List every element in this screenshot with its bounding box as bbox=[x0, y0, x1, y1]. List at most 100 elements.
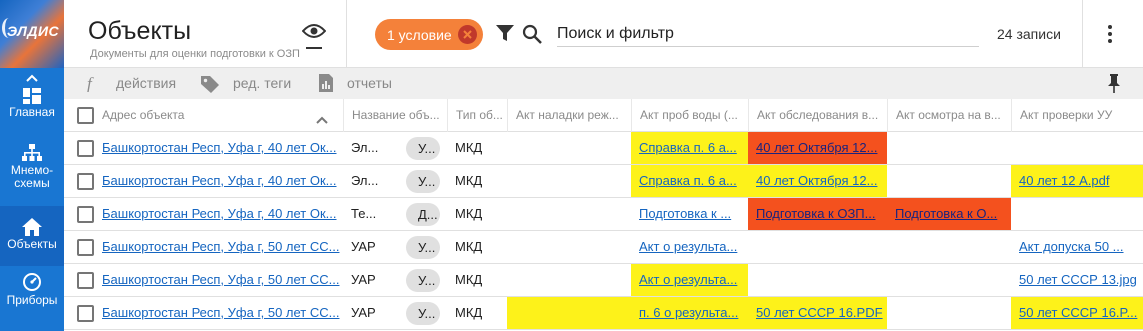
cell-c6 bbox=[748, 264, 887, 296]
search-icon[interactable] bbox=[522, 24, 542, 49]
cell-address[interactable]: Башкортостан Респ, Уфа г, 40 лет Ок... bbox=[94, 198, 343, 230]
tag-icon[interactable] bbox=[200, 74, 220, 99]
report-icon[interactable] bbox=[318, 74, 334, 97]
home-icon bbox=[22, 218, 42, 236]
cell-c8[interactable]: Акт допуска 50 ... bbox=[1011, 231, 1143, 263]
row-checkbox[interactable] bbox=[77, 239, 94, 256]
cell-c8 bbox=[1011, 198, 1143, 230]
table-row[interactable]: Башкортостан Респ, Уфа г, 50 лет СС... УА… bbox=[64, 264, 1143, 297]
rail-item-label-line2: схемы bbox=[14, 176, 50, 190]
cell-c7 bbox=[887, 231, 1011, 263]
cell-c5[interactable]: Акт о результа... bbox=[631, 264, 748, 296]
status-pill[interactable]: У... bbox=[406, 236, 440, 259]
logo-text: ЭЛДИС bbox=[7, 23, 60, 39]
rail-item-label: Главная bbox=[9, 105, 55, 119]
column-header-name[interactable]: Название объ... bbox=[343, 99, 447, 132]
records-count: 24 записи bbox=[997, 26, 1061, 42]
cell-c7 bbox=[887, 165, 1011, 197]
table-row[interactable]: Башкортостан Респ, Уфа г, 40 лет Ок... Эл… bbox=[64, 165, 1143, 198]
cell-c8[interactable]: 50 лет СССР 13.jpg bbox=[1011, 264, 1143, 296]
row-checkbox[interactable] bbox=[77, 206, 94, 223]
cell-address[interactable]: Башкортостан Респ, Уфа г, 50 лет СС... bbox=[94, 297, 343, 329]
cell-type: МКД bbox=[455, 239, 483, 254]
hierarchy-icon bbox=[22, 144, 42, 161]
cell-c5[interactable]: Справка п. 6 а... bbox=[631, 165, 748, 197]
cell-type: МКД bbox=[455, 206, 483, 221]
cell-address[interactable]: Башкортостан Респ, Уфа г, 50 лет СС... bbox=[94, 264, 343, 296]
svg-text:f: f bbox=[87, 74, 94, 92]
actions-button[interactable]: действия bbox=[116, 75, 176, 91]
cell-type: МКД bbox=[455, 140, 483, 155]
select-all-checkbox[interactable] bbox=[77, 107, 94, 124]
cell-address[interactable]: Башкортостан Респ, Уфа г, 50 лет СС... bbox=[94, 231, 343, 263]
column-header-inspection-act[interactable]: Акт обследования в... bbox=[748, 99, 887, 132]
rail-item-mnemo[interactable]: Мнемо- схемы bbox=[0, 144, 64, 204]
pin-icon[interactable] bbox=[1107, 74, 1121, 99]
cell-c5[interactable]: Подготовка к ... bbox=[631, 198, 748, 230]
column-header-type[interactable]: Тип об... bbox=[447, 99, 507, 132]
rail-item-objects[interactable]: Объекты bbox=[0, 206, 64, 266]
cell-c6 bbox=[748, 231, 887, 263]
cell-name: Эл... bbox=[351, 140, 379, 155]
filter-icon[interactable] bbox=[496, 24, 514, 47]
column-header-water-test-act[interactable]: Акт проб воды (... bbox=[631, 99, 748, 132]
table-row[interactable]: Башкортостан Респ, Уфа г, 40 лет Ок... Эл… bbox=[64, 132, 1143, 165]
cell-c6[interactable]: Подготовка к ОЗП... bbox=[748, 198, 887, 230]
filter-condition-chip[interactable]: 1 условие bbox=[375, 19, 483, 50]
row-checkbox[interactable] bbox=[77, 272, 94, 289]
filter-chip-label: 1 условие bbox=[387, 27, 452, 43]
cell-address[interactable]: Башкортостан Респ, Уфа г, 40 лет Ок... bbox=[94, 165, 343, 197]
page-subtitle: Документы для оценки подготовки к ОЗП bbox=[90, 48, 300, 60]
function-icon[interactable]: f bbox=[86, 74, 100, 97]
column-header-address[interactable]: Адрес объекта bbox=[94, 99, 343, 132]
objects-table: Адрес объекта Название объ... Тип об... … bbox=[64, 99, 1143, 331]
dashboard-icon bbox=[23, 88, 41, 104]
header-divider bbox=[346, 0, 347, 68]
eye-icon[interactable] bbox=[301, 22, 327, 49]
cell-c5[interactable]: п. 6 о результа... bbox=[631, 297, 748, 329]
cell-name: УАР bbox=[351, 239, 376, 254]
status-pill[interactable]: У... bbox=[406, 302, 440, 325]
cell-c4 bbox=[507, 264, 631, 296]
search-input[interactable] bbox=[557, 22, 979, 47]
nav-rail: ЭЛДИС Главная Мнемо- схемы Объекты Прибо… bbox=[0, 0, 64, 331]
sort-asc-icon[interactable] bbox=[316, 111, 328, 129]
status-pill[interactable]: У... bbox=[406, 269, 440, 292]
cell-c8[interactable]: 40 лет 12 А.pdf bbox=[1011, 165, 1143, 197]
row-checkbox[interactable] bbox=[77, 140, 94, 157]
column-header-survey-act[interactable]: Акт осмотра на в... bbox=[887, 99, 1011, 132]
rail-item-label: Приборы bbox=[6, 293, 58, 307]
table-row[interactable]: Башкортостан Респ, Уфа г, 40 лет Ок... Те… bbox=[64, 198, 1143, 231]
cell-c4 bbox=[507, 297, 631, 329]
cell-c7[interactable]: Подготовка к О... bbox=[887, 198, 1011, 230]
cell-address[interactable]: Башкортостан Респ, Уфа г, 40 лет Ок... bbox=[94, 132, 343, 164]
cell-type: МКД bbox=[455, 305, 483, 320]
cell-c5[interactable]: Акт о результа... bbox=[631, 231, 748, 263]
cell-c6[interactable]: 40 лет Октября 12... bbox=[748, 165, 887, 197]
row-checkbox[interactable] bbox=[77, 305, 94, 322]
cell-c8[interactable]: 50 лет СССР 16.P... bbox=[1011, 297, 1143, 329]
cell-c5[interactable]: Справка п. 6 а... bbox=[631, 132, 748, 164]
column-header-meter-check-act[interactable]: Акт проверки УУ bbox=[1011, 99, 1143, 132]
cell-c6[interactable]: 40 лет Октября 12... bbox=[748, 132, 887, 164]
cell-type: МКД bbox=[455, 272, 483, 287]
status-pill[interactable]: Д... bbox=[406, 203, 440, 226]
status-pill[interactable]: У... bbox=[406, 137, 440, 160]
reports-button[interactable]: отчеты bbox=[347, 75, 392, 91]
row-checkbox[interactable] bbox=[77, 173, 94, 190]
rail-item-home[interactable]: Главная bbox=[0, 88, 64, 146]
more-vert-icon[interactable] bbox=[1107, 24, 1113, 49]
table-row[interactable]: Башкортостан Респ, Уфа г, 50 лет СС... УА… bbox=[64, 297, 1143, 330]
status-pill[interactable]: У... bbox=[406, 170, 440, 193]
cell-c7 bbox=[887, 132, 1011, 164]
clear-filter-icon[interactable] bbox=[458, 25, 477, 44]
table-row[interactable]: Башкортостан Респ, Уфа г, 50 лет СС... УА… bbox=[64, 231, 1143, 264]
app-logo[interactable]: ЭЛДИС bbox=[0, 0, 64, 68]
cell-c7 bbox=[887, 297, 1011, 329]
cell-c6[interactable]: 50 лет СССР 16.PDF bbox=[748, 297, 887, 329]
column-header-commissioning-act[interactable]: Акт наладки реж... bbox=[507, 99, 631, 132]
edit-tags-button[interactable]: ред. теги bbox=[233, 75, 291, 91]
rail-item-devices[interactable]: Приборы bbox=[0, 272, 64, 330]
collapse-up-icon[interactable] bbox=[24, 70, 40, 84]
cell-type: МКД bbox=[455, 173, 483, 188]
